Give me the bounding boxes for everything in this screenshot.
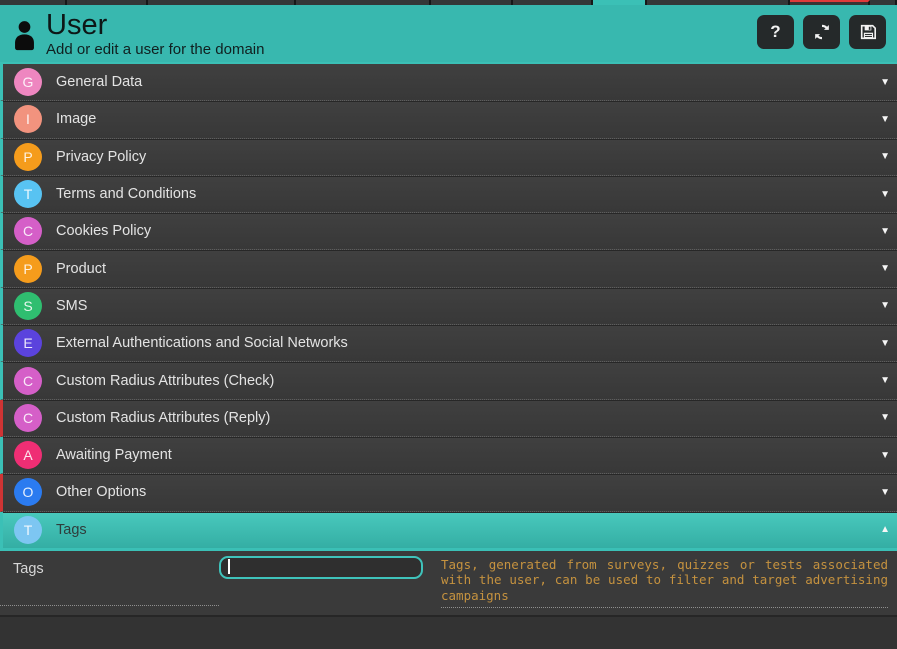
section-label: Image [56,111,96,127]
section-accordion-list: G General Data ▼ I Image ▼ P Privacy Policy ▼ T Te… [0,62,897,548]
chevron-up-icon: ▲ [880,524,890,535]
chevron-down-icon: ▼ [880,338,890,349]
section-letter-badge: C [14,217,42,245]
save-button[interactable] [849,15,886,49]
section-label: Awaiting Payment [56,447,172,463]
section-letter-badge: S [14,292,42,320]
help-button[interactable]: ? [757,15,794,49]
tags-panel: Tags Tags, generated from surveys, quizz… [0,548,897,615]
section-label: Terms and Conditions [56,186,196,202]
section-header-custom-radius-attributes-check[interactable]: C Custom Radius Attributes (Check) ▼ [0,362,897,399]
section-letter-badge: O [14,478,42,506]
tags-input-cell [219,551,441,615]
section-letter-badge: C [14,404,42,432]
section-label: Other Options [56,484,146,500]
section-letter-badge: T [14,180,42,208]
section-letter-badge: I [14,105,42,133]
page-subtitle: Add or edit a user for the domain [46,41,264,58]
chevron-down-icon: ▼ [880,226,890,237]
chevron-down-icon: ▼ [880,487,890,498]
section-header-product[interactable]: P Product ▼ [0,250,897,287]
section-letter-badge: P [14,255,42,283]
section-label: Cookies Policy [56,223,151,239]
page-title: User [46,10,264,40]
header-titles: User Add or edit a user for the domain [46,10,264,58]
section-letter-badge: A [14,441,42,469]
chevron-down-icon: ▼ [880,263,890,274]
section-header-general-data[interactable]: G General Data ▼ [0,64,897,101]
user-icon [11,19,38,53]
chevron-down-icon: ▼ [880,300,890,311]
section-letter-badge: C [14,367,42,395]
section-label: Tags [56,522,87,538]
section-label: External Authentications and Social Netw… [56,335,348,351]
chevron-down-icon: ▼ [880,114,890,125]
chevron-down-icon: ▼ [880,189,890,200]
section-header-image[interactable]: I Image ▼ [0,101,897,138]
save-icon [859,23,877,41]
tags-field-label: Tags [0,551,219,606]
section-label: Custom Radius Attributes (Reply) [56,410,270,426]
section-label: General Data [56,74,142,90]
header-toolbar: ? [757,15,886,49]
chevron-down-icon: ▼ [880,151,890,162]
section-letter-badge: P [14,143,42,171]
user-editor-window: User Add or edit a user for the domain ? [0,0,897,649]
section-label: Product [56,261,106,277]
section-label: Privacy Policy [56,149,146,165]
question-icon: ? [770,22,780,42]
section-header-sms[interactable]: S SMS ▼ [0,288,897,325]
chevron-down-icon: ▼ [880,77,890,88]
text-caret [228,559,230,574]
section-letter-badge: G [14,68,42,96]
chevron-down-icon: ▼ [880,450,890,461]
section-header-awaiting-payment[interactable]: A Awaiting Payment ▼ [0,437,897,474]
chevron-down-icon: ▼ [880,412,890,423]
section-header-other-options[interactable]: O Other Options ▼ [0,474,897,511]
section-header-cookies-policy[interactable]: C Cookies Policy ▼ [0,213,897,250]
tags-input[interactable] [219,556,423,579]
section-letter-badge: T [14,516,42,544]
refresh-icon [813,23,831,41]
section-label: SMS [56,298,87,314]
refresh-button[interactable] [803,15,840,49]
section-label: Custom Radius Attributes (Check) [56,373,274,389]
section-header-privacy-policy[interactable]: P Privacy Policy ▼ [0,139,897,176]
page-header: User Add or edit a user for the domain ? [0,5,897,62]
section-header-terms-and-conditions[interactable]: T Terms and Conditions ▼ [0,176,897,213]
section-header-custom-radius-attributes-reply[interactable]: C Custom Radius Attributes (Reply) ▼ [0,400,897,437]
section-header-external-authentications-and-social-networks[interactable]: E External Authentications and Social Net… [0,325,897,362]
footer-spacer [0,615,897,639]
section-header-tags[interactable]: T Tags ▲ [0,512,897,548]
chevron-down-icon: ▼ [880,375,890,386]
tags-help-text: Tags, generated from surveys, quizzes or… [441,551,888,608]
section-letter-badge: E [14,329,42,357]
